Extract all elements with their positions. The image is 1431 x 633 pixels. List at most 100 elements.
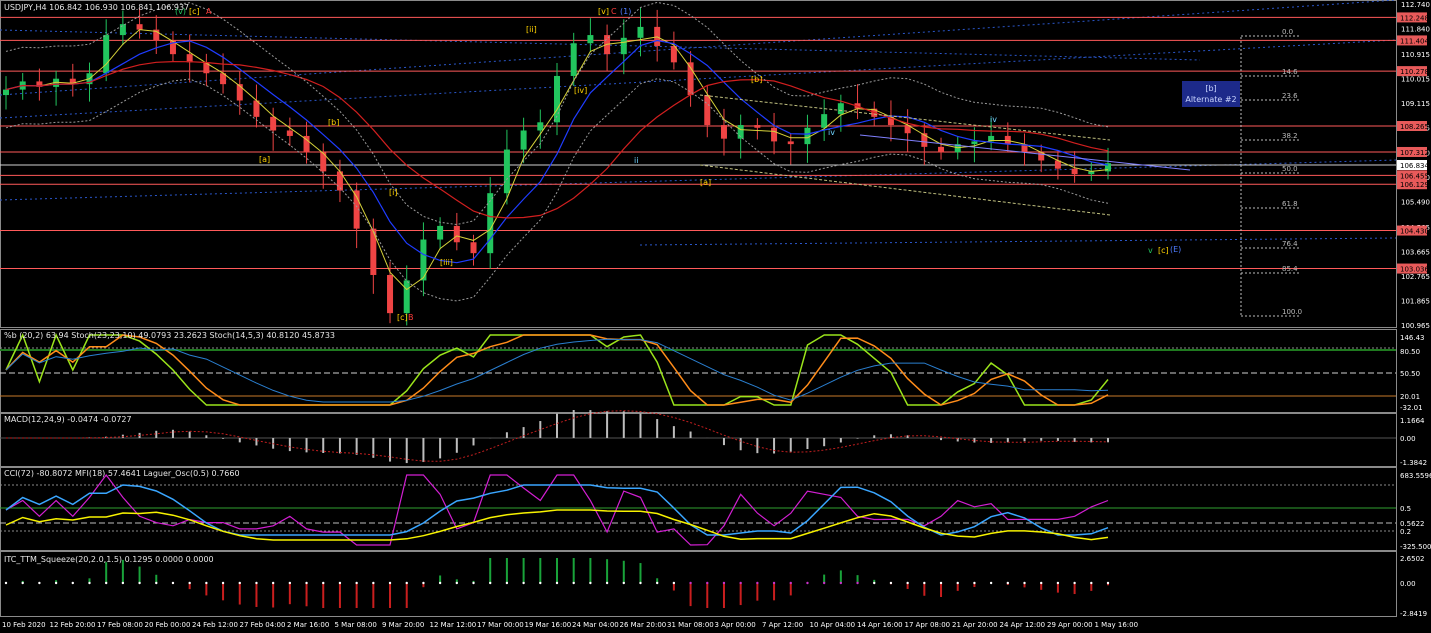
ttm-bar <box>839 570 842 583</box>
fib-level-label: 38.2 <box>1282 132 1298 140</box>
ttm-bar <box>105 562 108 583</box>
candle-body <box>470 242 477 254</box>
macd-bar <box>155 430 158 438</box>
alternate-count-box[interactable]: [b] Alternate #2 <box>1182 81 1240 107</box>
macd-bar <box>689 431 692 438</box>
ttm-dot <box>622 581 625 585</box>
candle-body <box>620 37 627 55</box>
price-level-label: 106.129 <box>1400 181 1429 189</box>
ttm-bar <box>756 583 759 601</box>
ttm-dot <box>589 581 592 585</box>
ttm-dot <box>255 581 258 585</box>
ttm-dot <box>923 581 926 585</box>
candle-body <box>270 116 277 131</box>
ttm-dot <box>305 581 308 585</box>
time-tick-label: 1 May 16:00 <box>1095 621 1139 629</box>
ttm-dot <box>188 581 191 585</box>
candle-body <box>938 146 945 153</box>
ttm-dot <box>806 581 809 585</box>
ttm-dot <box>839 581 843 585</box>
ttm-dot <box>1023 581 1026 585</box>
ttm-dot <box>1073 581 1076 585</box>
macd-bar <box>322 438 325 453</box>
ttm-dot <box>939 581 943 585</box>
ttm-bar <box>689 583 692 607</box>
price-tick-label: 102.765 <box>1401 273 1430 281</box>
candle-body <box>403 280 410 314</box>
ttm-bar <box>773 583 776 601</box>
macd-panel <box>0 410 1396 464</box>
ttm-dot <box>572 581 575 585</box>
fib-level-label: 23.6 <box>1282 92 1298 100</box>
ttm-dot <box>171 581 175 585</box>
wave-label: (v) <box>175 7 186 16</box>
ttm-dot <box>1040 581 1043 585</box>
macd-panel-header: MACD(12,24,9) -0.0474 -0.0727 <box>4 415 132 424</box>
fib-level-label: 61.8 <box>1282 200 1298 208</box>
macd-bar <box>238 438 241 443</box>
macd-bar <box>773 438 776 454</box>
ttm-dot <box>1106 581 1110 585</box>
ttm-bar <box>205 583 208 596</box>
ttm-bar <box>389 583 392 608</box>
ttm-bar <box>355 583 358 608</box>
ttm-bar <box>322 583 325 608</box>
ttm-bar <box>138 566 141 583</box>
wave-label: ii <box>634 156 639 165</box>
wave-label: C <box>611 7 617 16</box>
macd-bar <box>355 438 358 455</box>
ttm-dot <box>756 581 759 585</box>
ttm-bar <box>255 583 258 607</box>
ttm-dot <box>155 581 158 585</box>
ttm-bar <box>338 583 341 608</box>
ttm-dot <box>956 581 959 585</box>
macd-bar <box>1006 438 1009 443</box>
candle-body <box>704 95 711 126</box>
ttm-bar <box>722 583 725 608</box>
wave-label: [c] <box>397 313 408 322</box>
wave-label: [v] <box>598 7 609 16</box>
ttm-bar <box>505 558 508 583</box>
macd-bar <box>389 438 392 462</box>
time-tick-label: 17 Apr 08:00 <box>905 621 951 629</box>
cci-panel-header: CCI(72) -80.8072 MFI(18) 57.4641 Laguer_… <box>4 469 240 478</box>
price-level-label: 110.278 <box>1400 68 1429 76</box>
macd-bar <box>1056 438 1059 441</box>
price-tick-label: 103.665 <box>1401 248 1430 256</box>
macd-bar <box>789 438 792 452</box>
time-tick-label: 3 Apr 00:00 <box>715 621 756 629</box>
wave-label: [ii] <box>526 25 537 34</box>
candle-body <box>537 122 544 131</box>
wave-label: [b] <box>751 75 763 84</box>
wave-label: [iv] <box>574 86 588 95</box>
macd-bar <box>205 435 208 438</box>
price-tick-label: 100.965 <box>1401 322 1430 330</box>
time-tick-label: 21 Apr 20:00 <box>952 621 998 629</box>
ttm-dot <box>522 581 525 585</box>
macd-bar <box>722 438 725 446</box>
wave-label: A <box>206 7 212 16</box>
osc-axis-label: 1.1664 <box>1400 417 1425 425</box>
ttm-bar <box>706 583 709 608</box>
candle-body <box>637 26 644 38</box>
ttm-dot <box>672 581 676 585</box>
wave-label: [b] <box>328 118 340 127</box>
ttm-dot <box>322 581 325 585</box>
ttm-dot <box>205 581 208 585</box>
time-tick-label: 27 Feb 04:00 <box>240 621 286 629</box>
candle-body <box>570 43 577 76</box>
ttm-bar <box>222 583 225 601</box>
stoch-panel <box>0 333 1396 406</box>
candle-body <box>554 75 560 123</box>
wave-label: [c] <box>189 7 200 16</box>
fib-level-label: 76.4 <box>1282 240 1298 248</box>
ttm-dot <box>288 581 292 585</box>
time-tick-label: 31 Mar 08:00 <box>667 621 714 629</box>
stoch-panel-header: %b (20,2) 63.94 Stoch(23,23,10) 49.0793 … <box>4 331 336 340</box>
ttm-bar <box>372 583 375 608</box>
ttm-bar <box>1073 583 1076 595</box>
macd-bar <box>639 413 642 438</box>
panel-frame <box>0 467 1397 551</box>
time-tick-label: 12 Mar 12:00 <box>430 621 477 629</box>
price-level-label: 106.455 <box>1400 172 1429 180</box>
